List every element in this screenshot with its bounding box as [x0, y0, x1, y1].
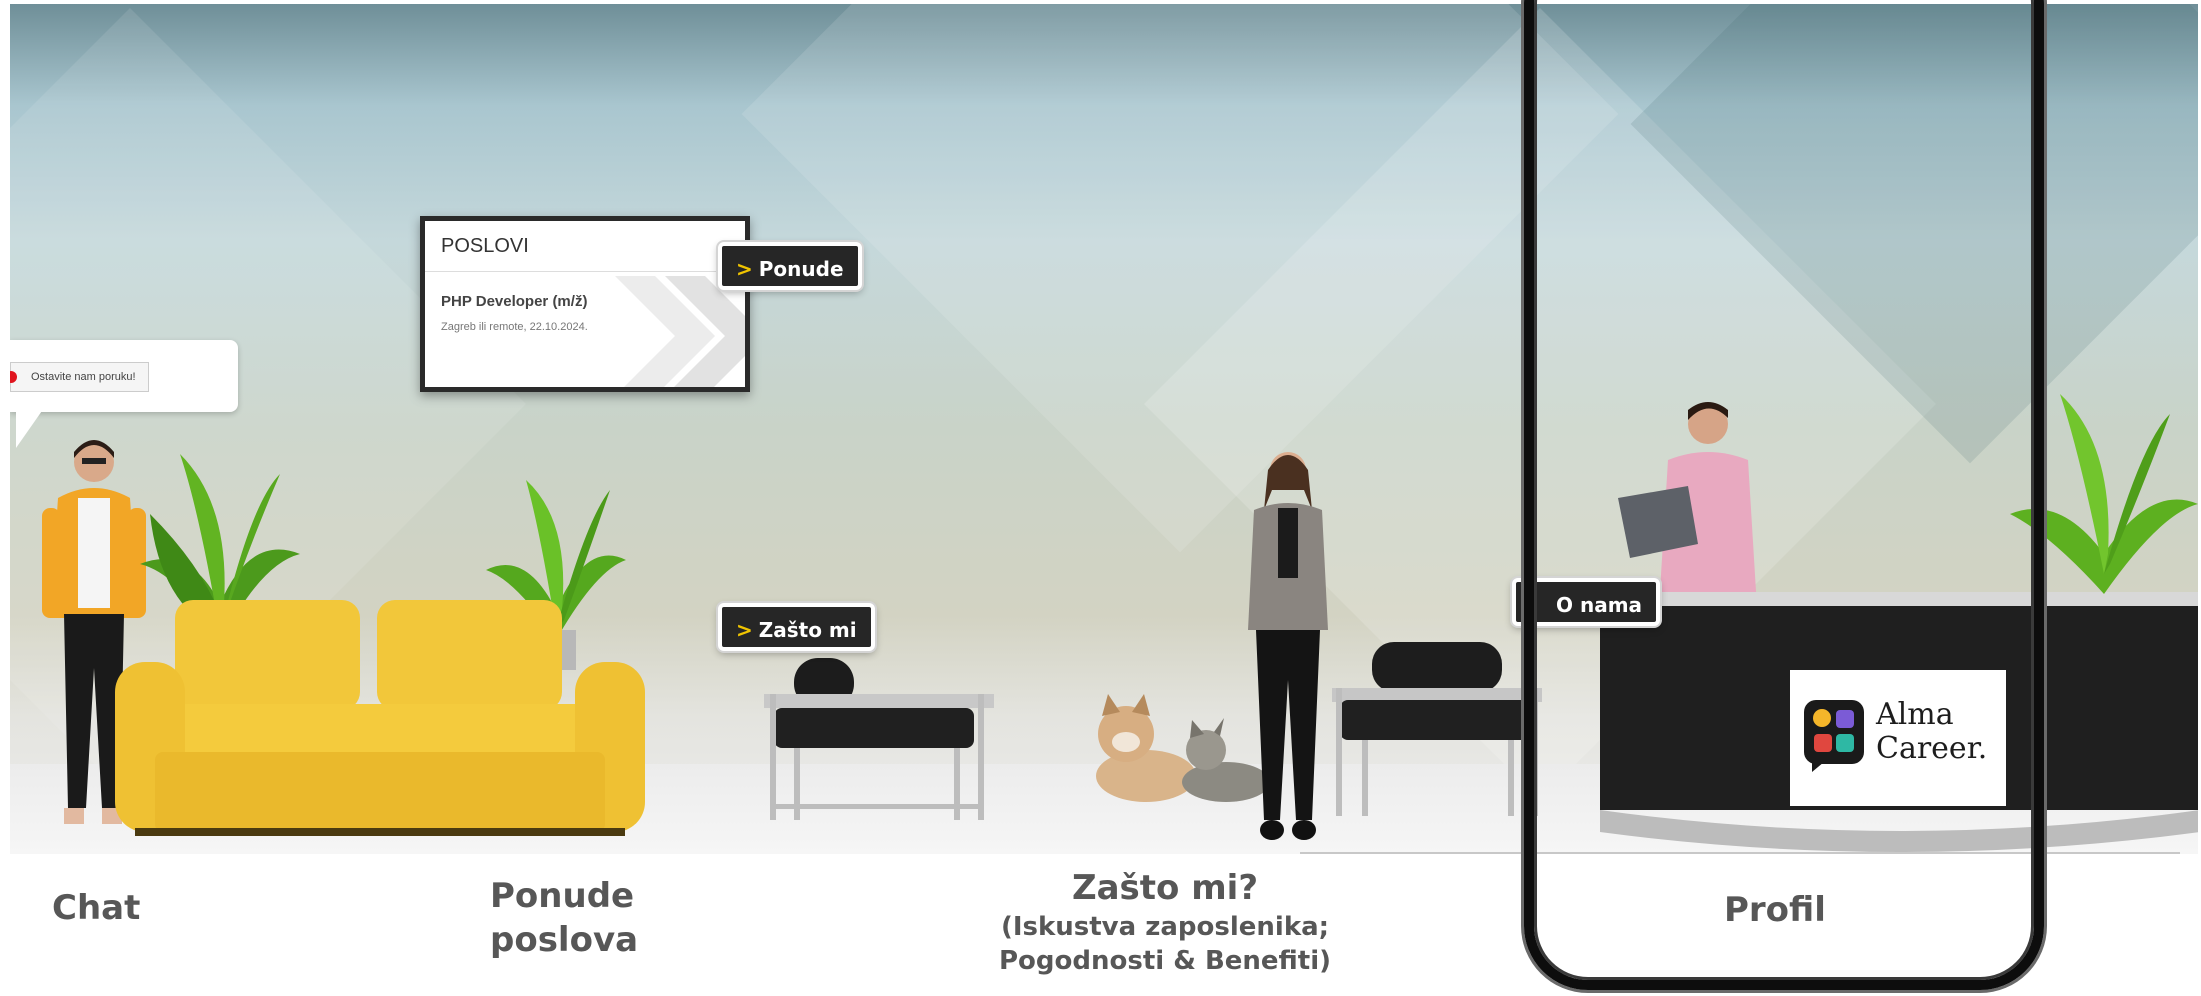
caption-ponude-poslova: Ponude poslova	[490, 874, 638, 962]
phone-frame-overlay	[1524, 0, 2044, 990]
caption-ponude-line1: Ponude	[490, 876, 635, 916]
black-chair-left[interactable]	[764, 654, 994, 824]
chat-message-box[interactable]: Ostavite nam poruku!	[10, 362, 149, 392]
chevron-right-icon: >	[736, 618, 753, 642]
chat-status-dot	[10, 371, 17, 383]
ponude-hotspot-button[interactable]: > Ponude	[718, 242, 862, 290]
presenter-figure[interactable]	[1232, 440, 1342, 850]
ponude-hotspot-label: Ponude	[758, 257, 844, 281]
caption-ponude-line2: poslova	[490, 920, 639, 960]
chevrons-decoration-icon	[615, 276, 745, 387]
chat-message-text: Ostavite nam poruku!	[31, 371, 136, 383]
chat-bubble[interactable]: Ostavite nam poruku!	[10, 340, 238, 412]
zasto-mi-hotspot-label: Zašto mi	[758, 618, 857, 642]
black-chair-right[interactable]	[1332, 640, 1542, 820]
caption-profil: Profil	[1724, 890, 1826, 930]
jobs-board-header: POSLOVI	[425, 221, 745, 272]
caption-zasto-line2: Pogodnosti & Benefiti)	[998, 946, 1332, 976]
caption-zasto-line1: (Iskustva zaposlenika;	[1000, 912, 1330, 942]
caption-zasto-mi: Zašto mi? (Iskustva zaposlenika; Pogodno…	[940, 866, 1390, 978]
zasto-mi-hotspot-button[interactable]: > Zašto mi	[718, 603, 875, 651]
jobs-board[interactable]: POSLOVI PHP Developer (m/ž) Zagreb ili r…	[420, 216, 750, 392]
caption-zasto-title: Zašto mi?	[1071, 868, 1259, 908]
chevron-right-icon: >	[736, 257, 753, 281]
yellow-sofa[interactable]	[115, 592, 645, 842]
job-meta: Zagreb ili remote, 22.10.2024.	[441, 321, 588, 333]
caption-chat: Chat	[52, 888, 141, 928]
job-title[interactable]: PHP Developer (m/ž)	[441, 293, 587, 310]
